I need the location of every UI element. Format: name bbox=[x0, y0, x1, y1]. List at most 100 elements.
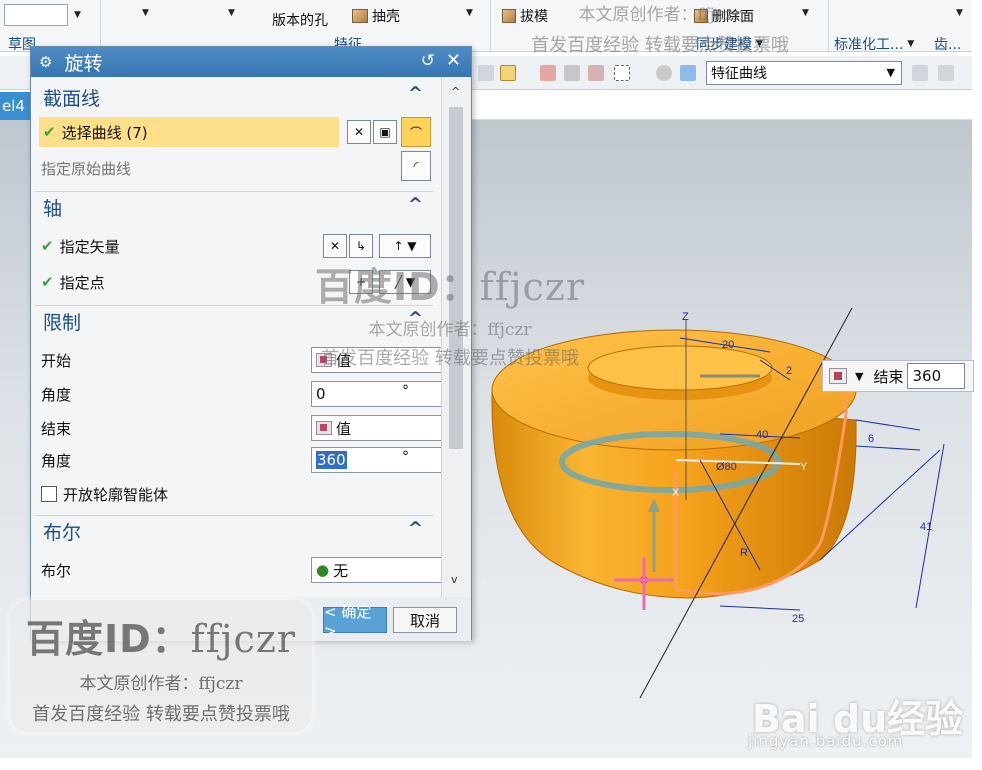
chevron-up-icon[interactable]: ^ bbox=[408, 308, 423, 329]
start-angle-label: 角度 bbox=[41, 385, 72, 404]
dialog-title: 旋转 bbox=[64, 52, 103, 75]
section-curve-header[interactable]: 截面线 ^ bbox=[35, 81, 433, 113]
select-point-icon[interactable] bbox=[540, 65, 556, 81]
shell-label: 抽壳 bbox=[372, 9, 400, 25]
section-limits-header[interactable]: 限制 ^ bbox=[35, 305, 433, 337]
hole-button[interactable]: 版本的孔 bbox=[272, 10, 328, 30]
dim-20: 20 bbox=[722, 339, 734, 351]
select-curve-row[interactable]: ✔ 选择曲线 (7) bbox=[39, 117, 339, 147]
specify-origin-curve-row[interactable]: 指定原始曲线 bbox=[41, 153, 431, 183]
hole-label: 版本的孔 bbox=[272, 13, 328, 29]
open-profile-label: 开放轮廓智能体 bbox=[63, 485, 169, 504]
chevron-up-icon[interactable]: ^ bbox=[408, 518, 423, 539]
value-type-icon bbox=[316, 421, 332, 435]
dialog-body: 截面线 ^ ✔ 选择曲线 (7) ✕ ▣ ⌒ 指定原始曲线 ◜ 轴 ^ ✔ 指定… bbox=[31, 77, 441, 597]
chevron-down-icon: ▼ bbox=[142, 8, 149, 18]
close-icon[interactable]: ✕ bbox=[446, 50, 461, 71]
gear-icon[interactable]: ⚙ bbox=[39, 53, 52, 71]
draft-button[interactable]: 拔模 bbox=[502, 6, 548, 26]
end-angle-onscreen-input[interactable]: ▼ 结束 360 bbox=[822, 360, 974, 392]
pick-icon[interactable] bbox=[938, 65, 954, 81]
axis-x-label: X bbox=[672, 487, 680, 499]
chevron-down-icon: ▼ bbox=[802, 8, 809, 18]
boolean-select[interactable]: ● 无 ▼ bbox=[311, 557, 441, 583]
selection-filter-select[interactable]: 特征曲线 ▼ bbox=[706, 61, 902, 85]
select-face-icon[interactable] bbox=[588, 65, 604, 81]
section-axis-header[interactable]: 轴 ^ bbox=[35, 191, 433, 223]
shell-button[interactable]: 抽壳 bbox=[352, 6, 400, 26]
select-curve-icon[interactable]: ⌒ bbox=[401, 117, 431, 147]
end-angle-value: 360 bbox=[316, 451, 347, 469]
boolean-label: 布尔 bbox=[41, 561, 72, 580]
dim-41: 41 bbox=[920, 521, 932, 533]
end-float-value[interactable]: 360 bbox=[907, 363, 966, 389]
sync-group-label[interactable]: 同步建模 ▼ bbox=[696, 34, 763, 54]
snap-icon[interactable] bbox=[478, 65, 494, 81]
select-edge-icon[interactable] bbox=[564, 65, 580, 81]
ribbon-separator bbox=[100, 0, 101, 52]
body-select-icon[interactable] bbox=[656, 65, 672, 81]
reset-icon[interactable]: ↺ bbox=[421, 51, 435, 71]
dialog-scrollbar[interactable]: ^ v bbox=[441, 77, 471, 597]
chevron-down-icon: ▼ bbox=[228, 8, 235, 18]
point-dialog-icon[interactable]: + bbox=[349, 270, 373, 294]
baidu-url: jingyan.baidu.com bbox=[748, 732, 904, 750]
chevron-down-icon: ▼ bbox=[907, 39, 915, 49]
select-feature-icon[interactable] bbox=[500, 65, 516, 81]
check-icon: ✔ bbox=[41, 237, 54, 255]
end-angle-label: 角度 bbox=[41, 451, 72, 470]
dialog-titlebar[interactable]: ⚙ 旋转 ↺ ✕ bbox=[31, 47, 471, 77]
chevron-up-icon[interactable]: ^ bbox=[408, 83, 423, 104]
cancel-button[interactable]: 取消 bbox=[393, 607, 457, 633]
origin-curve-icon[interactable]: ◜ bbox=[401, 151, 431, 181]
end-float-label: 结束 bbox=[873, 367, 904, 386]
start-angle-input[interactable]: 0 ° ▼ bbox=[311, 381, 441, 407]
scroll-thumb[interactable] bbox=[449, 107, 463, 449]
ribbon-dropdown-3[interactable]: ▼ bbox=[228, 8, 235, 18]
value-type-icon[interactable] bbox=[829, 368, 847, 384]
forward-icon[interactable] bbox=[912, 65, 928, 81]
degree-unit: ° bbox=[402, 383, 409, 399]
reverse-direction-icon[interactable]: ✕ bbox=[323, 234, 347, 258]
box-select-icon[interactable] bbox=[614, 65, 630, 81]
delete-face-button[interactable]: 删除面 bbox=[694, 6, 754, 26]
end-type-value: 值 bbox=[336, 419, 352, 438]
dim-6: 6 bbox=[868, 433, 874, 445]
start-type-select[interactable]: 值 ▼ bbox=[311, 347, 441, 373]
draft-label: 拔模 bbox=[520, 9, 548, 25]
chevron-up-icon[interactable]: ^ bbox=[408, 194, 423, 215]
standard-group-label[interactable]: 标准化工... ▼ bbox=[834, 34, 914, 54]
ribbon-dropdown-1[interactable]: ▼ bbox=[4, 4, 81, 26]
end-label: 结束 bbox=[41, 419, 72, 438]
ribbon-dropdown-5[interactable]: ▼ bbox=[802, 8, 809, 18]
boss-top bbox=[587, 345, 773, 391]
ribbon-dropdown-6[interactable]: ▼ bbox=[956, 8, 963, 18]
check-icon: ✔ bbox=[41, 273, 54, 291]
ribbon-dropdown-2[interactable]: ▼ bbox=[142, 8, 149, 18]
scroll-up-icon[interactable]: ^ bbox=[451, 85, 460, 98]
tab-model[interactable]: el4 bbox=[0, 92, 30, 120]
cube-icon[interactable] bbox=[680, 65, 696, 81]
chevron-down-icon: ▼ bbox=[74, 10, 81, 20]
sketch-icon[interactable]: ▣ bbox=[373, 120, 397, 144]
gear-group-label[interactable]: 齿... bbox=[934, 34, 961, 54]
vector-dialog-icon[interactable]: ↳ bbox=[349, 234, 373, 258]
section-boolean-header[interactable]: 布尔 ^ bbox=[35, 515, 433, 547]
chevron-down-icon[interactable]: ▼ bbox=[855, 370, 863, 383]
vector-type-dropdown[interactable]: ↑ ▼ bbox=[379, 234, 431, 258]
dim-80: Ø80 bbox=[716, 461, 737, 473]
open-profile-row[interactable]: 开放轮廓智能体 bbox=[41, 479, 431, 509]
start-angle-value: 0 bbox=[316, 385, 326, 403]
ok-button[interactable]: < 确定 > bbox=[323, 603, 387, 640]
selection-filter-value: 特征曲线 bbox=[711, 66, 767, 82]
ribbon-dropdown-4[interactable]: ▼ bbox=[466, 8, 473, 18]
window-frame-bottom bbox=[0, 758, 982, 770]
end-type-select[interactable]: 值 ▼ bbox=[311, 415, 441, 441]
point-type-dropdown[interactable]: ╱ ▼ bbox=[379, 270, 431, 294]
scroll-down-icon[interactable]: v bbox=[451, 573, 458, 586]
boolean-value: 无 bbox=[333, 561, 349, 580]
open-profile-checkbox[interactable] bbox=[41, 486, 57, 502]
curve-rule-icon[interactable]: ✕ bbox=[347, 120, 371, 144]
ribbon-bar: ▼ ▼ ▼ 版本的孔 抽壳 ▼ 拔模 删除面 ▼ ▼ 草图 特征 同步建模 ▼ … bbox=[0, 0, 982, 54]
end-angle-input[interactable]: 360 ° ▼ bbox=[311, 447, 441, 473]
